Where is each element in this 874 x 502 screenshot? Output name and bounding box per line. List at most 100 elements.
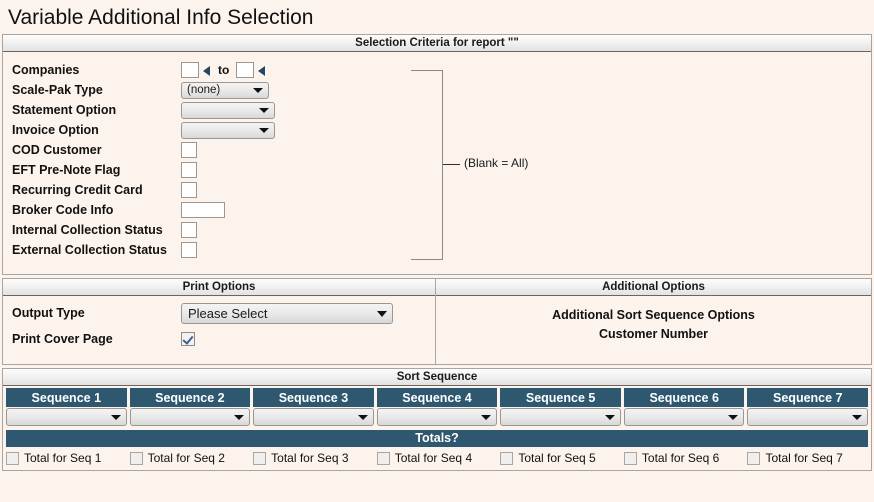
companies-range-separator: to (218, 63, 230, 77)
page-title: Variable Additional Info Selection (8, 6, 314, 29)
options-row: Print Options Output Type Please Select … (2, 278, 872, 365)
total-seq-3-cell: Total for Seq 3 (253, 451, 374, 465)
criteria-label-scale-pak-type: Scale-Pak Type (12, 83, 103, 97)
total-seq-3-label: Total for Seq 3 (271, 451, 349, 465)
total-seq-6-label: Total for Seq 6 (641, 451, 720, 465)
chevron-down-icon (852, 415, 863, 420)
sequence-column: Sequence 4 (376, 388, 498, 426)
total-seq-3-checkbox[interactable] (253, 451, 267, 465)
criteria-row-recurring-credit-card: Recurring Credit Card (3, 180, 275, 200)
sequence-4-select[interactable] (376, 408, 498, 426)
chevron-down-icon (481, 415, 492, 420)
output-type-select[interactable]: Please Select (181, 302, 393, 324)
sequence-5-header: Sequence 5 (500, 388, 621, 407)
chevron-down-icon (234, 415, 245, 420)
criteria-row-companies: Companies to (3, 60, 275, 80)
chevron-down-icon (259, 128, 269, 133)
brace-tick-line (443, 164, 460, 165)
sequence-6-header: Sequence 6 (623, 388, 745, 407)
chevron-down-icon (604, 415, 615, 420)
total-seq-1-checkbox[interactable] (6, 451, 19, 465)
criteria-label-companies: Companies (12, 63, 80, 77)
external-collection-status-input[interactable] (181, 242, 197, 258)
criteria-label-invoice-option: Invoice Option (12, 123, 99, 137)
criteria-row-invoice-option: Invoice Option (3, 120, 275, 140)
sequence-5-select[interactable] (500, 408, 621, 426)
additional-options-header: Additional Options (436, 279, 871, 296)
total-seq-2-checkbox[interactable] (129, 451, 143, 465)
sequence-6-select[interactable] (623, 408, 745, 426)
criteria-row-scale-pak-type: Scale-Pak Type (none) (3, 80, 275, 100)
sequence-column: Sequence 7 (747, 388, 869, 426)
additional-sort-sequence-options-text: Additional Sort Sequence Options Custome… (436, 296, 871, 344)
print-cover-page-label: Print Cover Page (12, 332, 113, 346)
total-seq-5-checkbox[interactable] (500, 451, 514, 465)
total-seq-7-label: Total for Seq 7 (765, 451, 843, 465)
additional-options-panel: Additional Options Additional Sort Seque… (436, 278, 872, 365)
print-options-body: Output Type Please Select Print Cover Pa… (3, 300, 435, 364)
companies-from-lookup-icon[interactable] (202, 64, 212, 77)
selection-criteria-panel: Selection Criteria for report "" Compani… (2, 34, 872, 275)
print-options-header: Print Options (3, 279, 435, 296)
sequence-2-select[interactable] (129, 408, 251, 426)
print-cover-page-row: Print Cover Page (3, 326, 435, 352)
sequence-column: Sequence 2 (129, 388, 251, 426)
total-seq-6-cell: Total for Seq 6 (623, 451, 745, 465)
cod-customer-input[interactable] (181, 142, 197, 158)
total-seq-7-checkbox[interactable] (747, 451, 761, 465)
total-seq-2-cell: Total for Seq 2 (129, 451, 251, 465)
broker-code-info-input[interactable] (181, 202, 225, 218)
additional-options-body: Additional Sort Sequence Options Custome… (436, 296, 871, 360)
additional-options-line2: Customer Number (598, 327, 709, 341)
total-seq-4-checkbox[interactable] (376, 451, 390, 465)
sequence-column: Sequence 3 (253, 388, 374, 426)
sort-sequence-body: Sequence 1 Sequence 2 Sequence 3 Sequenc… (3, 386, 871, 470)
blank-equals-all-annotation: (Blank = All) (411, 70, 611, 260)
criteria-label-recurring-credit-card: Recurring Credit Card (12, 183, 143, 197)
companies-to-lookup-icon[interactable] (257, 64, 267, 77)
output-type-value: Please Select (188, 305, 268, 321)
criteria-label-eft-pre-note-flag: EFT Pre-Note Flag (12, 163, 121, 177)
scale-pak-type-select[interactable]: (none) (181, 81, 269, 99)
eft-pre-note-flag-input[interactable] (181, 162, 197, 178)
criteria-row-cod-customer: COD Customer (3, 140, 275, 160)
criteria-label-internal-collection-status: Internal Collection Status (12, 223, 163, 237)
scale-pak-type-value: (none) (187, 83, 221, 96)
print-cover-page-checkbox[interactable] (181, 332, 195, 346)
statement-option-select[interactable] (181, 101, 275, 119)
invoice-option-select[interactable] (181, 121, 275, 139)
selection-criteria-body: Companies to Scale-Pak Type (none) State… (3, 52, 871, 274)
criteria-label-cod-customer: COD Customer (12, 143, 102, 157)
total-seq-6-checkbox[interactable] (623, 451, 637, 465)
total-seq-4-cell: Total for Seq 4 (376, 451, 498, 465)
additional-options-line1: Additional Sort Sequence Options (552, 308, 755, 322)
criteria-row-broker-code-info: Broker Code Info (3, 200, 275, 220)
chevron-down-icon (357, 415, 368, 420)
sequence-1-select[interactable] (6, 408, 127, 426)
total-seq-2-label: Total for Seq 2 (147, 451, 225, 465)
companies-to-input[interactable] (236, 62, 255, 78)
brace-icon (411, 70, 443, 260)
criteria-rows: Companies to Scale-Pak Type (none) State… (3, 60, 275, 260)
sequence-column: Sequence 5 (500, 388, 621, 426)
total-seq-5-cell: Total for Seq 5 (500, 451, 621, 465)
total-seq-4-label: Total for Seq 4 (394, 451, 473, 465)
sequence-1-header: Sequence 1 (6, 388, 127, 407)
selection-criteria-header: Selection Criteria for report "" (3, 35, 871, 52)
sequence-column: Sequence 6 (623, 388, 745, 426)
criteria-label-broker-code-info: Broker Code Info (12, 203, 114, 217)
criteria-label-statement-option: Statement Option (12, 103, 117, 117)
recurring-credit-card-input[interactable] (181, 182, 197, 198)
chevron-down-icon (728, 415, 739, 420)
criteria-row-external-collection-status: External Collection Status (3, 240, 275, 260)
total-seq-1-label: Total for Seq 1 (24, 451, 102, 465)
sequence-3-select[interactable] (253, 408, 374, 426)
output-type-row: Output Type Please Select (3, 300, 435, 326)
sequence-7-select[interactable] (747, 408, 869, 426)
sequence-columns: Sequence 1 Sequence 2 Sequence 3 Sequenc… (3, 386, 871, 426)
totals-header: Totals? (6, 430, 868, 447)
sort-sequence-panel: Sort Sequence Sequence 1 Sequence 2 Sequ… (2, 368, 872, 471)
companies-from-input[interactable] (181, 62, 199, 78)
sequence-column: Sequence 1 (6, 388, 127, 426)
internal-collection-status-input[interactable] (181, 222, 197, 238)
